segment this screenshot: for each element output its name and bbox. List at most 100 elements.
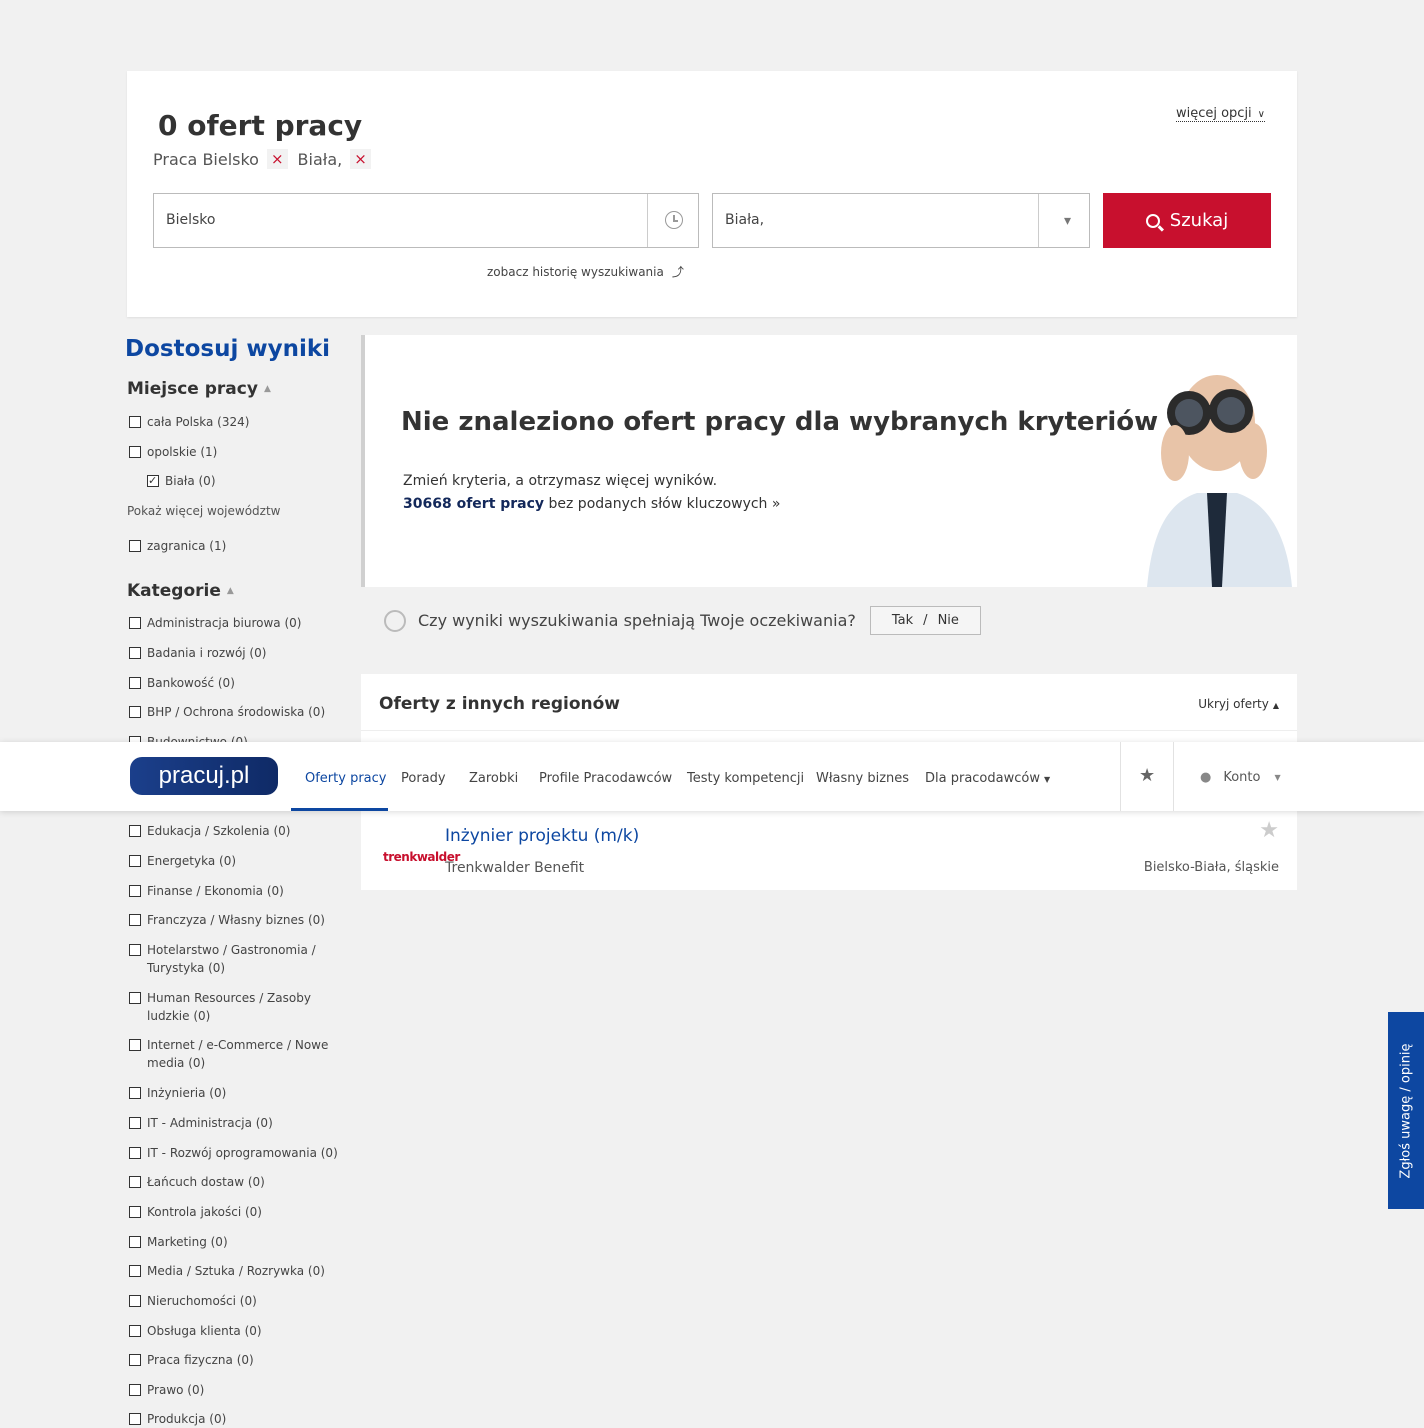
- filter-category[interactable]: Energetyka (0): [129, 852, 329, 870]
- checkbox[interactable]: [129, 855, 141, 867]
- checkbox[interactable]: [129, 885, 141, 897]
- clock-icon[interactable]: [665, 211, 683, 229]
- filter-location-abroad[interactable]: zagranica (1): [129, 537, 329, 555]
- checkbox[interactable]: [129, 677, 141, 689]
- feedback-row: Czy wyniki wyszukiwania spełniają Twoje …: [384, 606, 981, 635]
- filter-label: Prawo (0): [147, 1383, 205, 1397]
- nav-item-offers[interactable]: Oferty pracy: [305, 771, 386, 786]
- checkbox[interactable]: [129, 1087, 141, 1099]
- all-offers-count: 30668 ofert pracy: [403, 496, 545, 512]
- filter-category[interactable]: Nieruchomości (0): [129, 1292, 329, 1310]
- filter-category[interactable]: Badania i rozwój (0): [129, 644, 329, 662]
- checkbox[interactable]: [129, 540, 141, 552]
- location-input[interactable]: Biała, ▾: [712, 193, 1090, 248]
- checkbox[interactable]: [129, 1039, 141, 1051]
- filter-label: Kontrola jakości (0): [147, 1205, 262, 1219]
- categories-filter-heading[interactable]: Kategorie ▲: [127, 581, 234, 601]
- no-results-title: Nie znaleziono ofert pracy dla wybranych…: [401, 407, 1158, 437]
- keyword-input[interactable]: Bielsko: [153, 193, 699, 248]
- checkbox[interactable]: [129, 944, 141, 956]
- checkbox[interactable]: [129, 914, 141, 926]
- checkbox[interactable]: [129, 1384, 141, 1396]
- filter-category[interactable]: Łańcuch dostaw (0): [129, 1173, 329, 1191]
- feedback-icon: [384, 609, 406, 632]
- checkbox[interactable]: [129, 1117, 141, 1129]
- filter-category[interactable]: Franczyza / Własny biznes (0): [129, 911, 329, 929]
- all-offers-link[interactable]: 30668 ofert pracy bez podanych słów kluc…: [403, 496, 780, 512]
- checkbox[interactable]: [129, 706, 141, 718]
- nav-item-employer-profiles[interactable]: Profile Pracodawców: [539, 771, 672, 786]
- checkbox[interactable]: [129, 617, 141, 629]
- filter-category[interactable]: IT - Rozwój oprogramowania (0): [129, 1144, 344, 1162]
- favorites-star-icon[interactable]: ★: [1139, 765, 1155, 786]
- filter-category[interactable]: Media / Sztuka / Rozrywka (0): [129, 1262, 329, 1280]
- checkbox[interactable]: [129, 1206, 141, 1218]
- no-results-panel: Nie znaleziono ofert pracy dla wybranych…: [361, 335, 1297, 587]
- location-filter-label: Miejsce pracy: [127, 379, 258, 399]
- divider: [1173, 742, 1174, 811]
- more-options-link[interactable]: więcej opcji ∨: [1175, 106, 1265, 122]
- show-more-regions-link[interactable]: Pokaż więcej województw: [127, 504, 280, 518]
- remove-keyword-icon[interactable]: ×: [266, 149, 288, 169]
- checkbox[interactable]: [129, 647, 141, 659]
- filter-category[interactable]: Inżynieria (0): [129, 1084, 329, 1102]
- filter-category[interactable]: Produkcja (0): [129, 1410, 329, 1428]
- checkbox[interactable]: [129, 1325, 141, 1337]
- filter-location-all-poland[interactable]: cała Polska (324): [129, 413, 329, 431]
- filter-category[interactable]: Bankowość (0): [129, 674, 329, 692]
- nav-item-advice[interactable]: Porady: [401, 771, 446, 786]
- filter-category[interactable]: IT - Administracja (0): [129, 1114, 329, 1132]
- search-history-label: zobacz historię wyszukiwania: [487, 265, 664, 279]
- filter-label: Franczyza / Własny biznes (0): [147, 913, 325, 927]
- nav-item-own-business[interactable]: Własny biznes: [816, 771, 909, 786]
- filter-label: Energetyka (0): [147, 854, 237, 868]
- feedback-yes-button[interactable]: Tak: [892, 613, 913, 628]
- checkbox[interactable]: [129, 1176, 141, 1188]
- filter-category[interactable]: Edukacja / Szkolenia (0): [129, 822, 329, 840]
- checkbox[interactable]: [129, 1413, 141, 1425]
- filter-category[interactable]: Marketing (0): [129, 1233, 329, 1251]
- feedback-side-tab[interactable]: Zgłoś uwagę / opinię: [1388, 1012, 1424, 1209]
- filter-label: Hotelarstwo / Gastronomia / Turystyka (0…: [147, 943, 316, 975]
- filter-category[interactable]: BHP / Ochrona środowiska (0): [129, 703, 329, 721]
- filter-category[interactable]: Internet / e-Commerce / Nowe media (0): [129, 1036, 329, 1072]
- checkbox[interactable]: [129, 1354, 141, 1366]
- checkbox[interactable]: [129, 1295, 141, 1307]
- remove-location-icon[interactable]: ×: [350, 149, 371, 169]
- nav-item-salaries[interactable]: Zarobki: [469, 771, 518, 786]
- account-menu[interactable]: ● Konto ▼: [1200, 770, 1281, 785]
- checkbox[interactable]: [129, 992, 141, 1004]
- nav-item-skill-tests[interactable]: Testy kompetencji: [687, 771, 804, 786]
- filter-category[interactable]: Prawo (0): [129, 1381, 329, 1399]
- job-title-link[interactable]: Inżynier projektu (m/k): [445, 826, 639, 846]
- hide-offers-toggle[interactable]: Ukryj oferty ▲: [1198, 697, 1279, 711]
- checkbox[interactable]: [129, 1265, 141, 1277]
- filter-category[interactable]: Administracja biurowa (0): [129, 614, 329, 632]
- filter-location-biala[interactable]: Biała (0): [147, 472, 347, 490]
- filter-category[interactable]: Human Resources / Zasoby ludzkie (0): [129, 989, 319, 1025]
- more-options-label: więcej opcji: [1175, 106, 1252, 121]
- checkbox[interactable]: [129, 825, 141, 837]
- filter-location-opolskie[interactable]: opolskie (1): [129, 443, 329, 461]
- search-button[interactable]: Szukaj: [1103, 193, 1271, 248]
- filter-category[interactable]: Finanse / Ekonomia (0): [129, 882, 329, 900]
- location-filter-heading[interactable]: Miejsce pracy ▲: [127, 379, 271, 399]
- filter-label: Nieruchomości (0): [147, 1294, 257, 1308]
- star-icon[interactable]: ★: [1259, 818, 1279, 843]
- filter-category[interactable]: Hotelarstwo / Gastronomia / Turystyka (0…: [129, 941, 319, 977]
- filter-label: IT - Rozwój oprogramowania (0): [147, 1146, 338, 1160]
- filter-category[interactable]: Praca fizyczna (0): [129, 1351, 329, 1369]
- checkbox[interactable]: [129, 416, 141, 428]
- checkbox[interactable]: [129, 446, 141, 458]
- nav-item-for-employers[interactable]: Dla pracodawców ▼: [925, 771, 1050, 786]
- filter-label: Administracja biurowa (0): [147, 616, 302, 630]
- checkbox[interactable]: [129, 1236, 141, 1248]
- filter-category[interactable]: Kontrola jakości (0): [129, 1203, 329, 1221]
- checkbox-checked[interactable]: [147, 472, 159, 490]
- feedback-no-button[interactable]: Nie: [938, 613, 959, 628]
- search-history-link[interactable]: zobacz historię wyszukiwania ⤴: [487, 263, 684, 280]
- crumb-location: Biała,: [297, 149, 343, 169]
- pracuj-logo[interactable]: pracuj.pl: [130, 757, 278, 795]
- checkbox[interactable]: [129, 1147, 141, 1159]
- filter-category[interactable]: Obsługa klienta (0): [129, 1322, 329, 1340]
